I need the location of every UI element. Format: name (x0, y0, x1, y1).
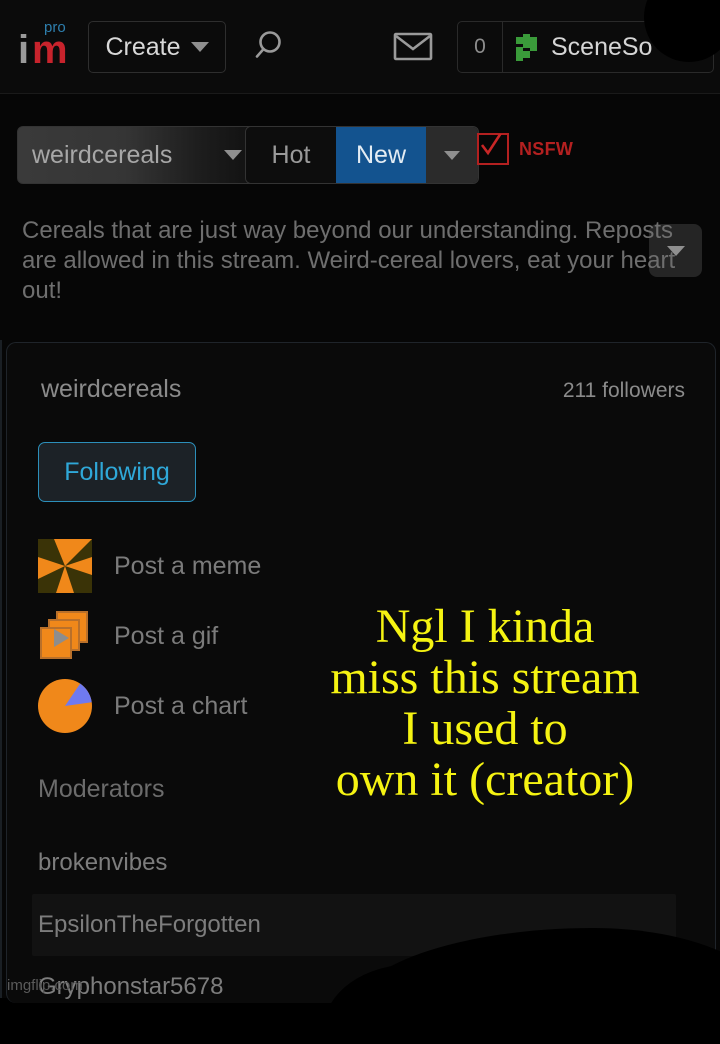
chevron-down-icon (444, 150, 460, 160)
gif-stack-icon (38, 609, 92, 663)
create-button[interactable]: Create (88, 21, 226, 73)
pie-slice (65, 679, 92, 706)
stream-select-value: weirdcereals (32, 140, 173, 169)
sort-toggle-group: Hot New (245, 126, 479, 184)
post-a-chart-label: Post a chart (114, 691, 248, 720)
play-triangle-icon (54, 629, 69, 647)
filter-toolbar: weirdcereals Hot New NSFW (0, 93, 720, 277)
following-button[interactable]: Following (38, 442, 196, 502)
post-a-gif-label: Post a gif (114, 621, 219, 650)
stream-card-header: weirdcereals 211 followers (41, 375, 685, 404)
moderator-row[interactable]: brokenvibes (0, 832, 708, 894)
search-icon[interactable] (255, 28, 291, 64)
follower-count: 211 followers (562, 379, 685, 402)
sort-option-new[interactable]: New (336, 127, 426, 183)
stream-name: weirdcereals (41, 375, 182, 403)
logo-letter-m: m (32, 28, 68, 72)
stream-select-dropdown[interactable]: weirdcereals (17, 126, 257, 184)
chevron-down-icon (224, 150, 242, 160)
app-root: i m pro Create 0 SceneSo weirdcereals Ho… (0, 0, 720, 1044)
meme-pinwheel-icon (38, 539, 92, 593)
moderators-heading: Moderators (38, 775, 165, 803)
top-header-bar: i m pro Create 0 SceneSo (0, 0, 720, 94)
pie-chart-icon (38, 679, 92, 733)
imgflip-logo[interactable]: i m pro (14, 20, 86, 70)
post-a-meme-label: Post a meme (114, 551, 262, 580)
following-button-label: Following (64, 457, 170, 486)
nsfw-checkbox[interactable] (477, 133, 509, 165)
nsfw-toggle[interactable]: NSFW (477, 133, 573, 165)
create-button-label: Create (105, 32, 181, 61)
notification-count[interactable]: 0 (458, 22, 503, 72)
post-a-meme-action[interactable]: Post a meme (38, 531, 438, 601)
logo-pro-badge: pro (44, 19, 66, 36)
logo-letter-i: i (18, 28, 29, 72)
username-label: SceneSo (551, 32, 653, 61)
sort-dropdown-button[interactable] (426, 127, 478, 183)
envelope-icon[interactable] (393, 30, 433, 62)
meme-overlay-text: Ngl I kinda miss this stream I used to o… (330, 600, 640, 806)
imgflip-watermark: imgflip.com (7, 977, 83, 994)
stream-description: Cereals that are just way beyond our und… (22, 217, 676, 304)
user-identicon-avatar (516, 34, 542, 61)
chevron-down-icon (190, 42, 209, 52)
sort-option-hot[interactable]: Hot (246, 127, 336, 183)
nsfw-label: NSFW (519, 138, 574, 159)
